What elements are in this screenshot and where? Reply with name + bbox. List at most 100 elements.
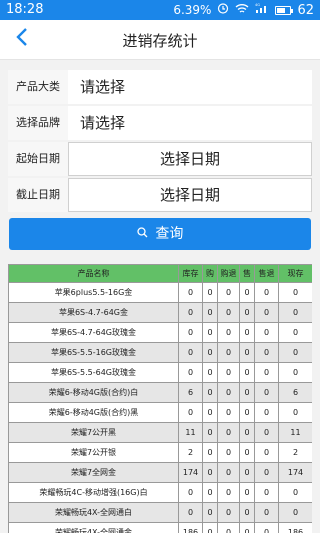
table-row[interactable]: 荣耀6-移动4G版(合约)黑 0 0 0 0 0 0	[8, 402, 312, 423]
value-cell: 0	[254, 302, 279, 323]
value-cell: 0	[239, 382, 255, 403]
nav-bar: 进销存统计	[0, 20, 320, 60]
signal-icon: 4G	[255, 3, 269, 18]
start-date-picker[interactable]: 选择日期	[68, 142, 312, 176]
value-cell: 0	[178, 302, 203, 323]
value-cell: 0	[202, 482, 218, 503]
product-name-cell: 荣耀6-移动4G版(合约)黑	[8, 402, 179, 423]
value-cell: 0	[278, 482, 312, 503]
value-cell: 0	[178, 402, 203, 423]
table-row[interactable]: 荣耀7公开银 2 0 0 0 0 2	[8, 442, 312, 463]
end-date-label: 截止日期	[8, 178, 68, 212]
table-row[interactable]: 荣耀畅玩4C-移动增强(16G)白 0 0 0 0 0 0	[8, 482, 312, 503]
start-date-row: 起始日期 选择日期	[8, 142, 312, 176]
value-cell: 0	[178, 322, 203, 343]
value-cell: 0	[178, 282, 203, 303]
header-stock: 库存	[178, 264, 203, 283]
product-name-cell: 苹果6S-4.7-64G玫瑰金	[8, 322, 179, 343]
table-row[interactable]: 苹果6plus5.5-16G金 0 0 0 0 0 0	[8, 282, 312, 303]
end-date-row: 截止日期 选择日期	[8, 178, 312, 212]
value-cell: 6	[278, 382, 312, 403]
value-cell: 0	[254, 362, 279, 383]
value-cell: 0	[239, 362, 255, 383]
table-row[interactable]: 荣耀7公开黑 11 0 0 0 0 11	[8, 422, 312, 443]
start-date-label: 起始日期	[8, 142, 68, 176]
value-cell: 0	[278, 302, 312, 323]
value-cell: 0	[217, 442, 240, 463]
value-cell: 0	[202, 342, 218, 363]
value-cell: 0	[239, 522, 255, 533]
value-cell: 0	[254, 382, 279, 403]
value-cell: 0	[217, 422, 240, 443]
value-cell: 0	[254, 482, 279, 503]
value-cell: 0	[254, 522, 279, 533]
value-cell: 6	[178, 382, 203, 403]
brand-row: 选择品牌 请选择	[8, 106, 312, 140]
status-battery-percent: 6.39%	[173, 3, 212, 17]
table-body: 苹果6plus5.5-16G金 0 0 0 0 0 0 苹果6S-4.7-64G金 0 0 0 0 0 0…	[8, 282, 312, 533]
end-date-picker[interactable]: 选择日期	[68, 178, 312, 212]
value-cell: 0	[202, 522, 218, 533]
table-row[interactable]: 荣耀畅玩4X-全网通金 186 0 0 0 0 186	[8, 522, 312, 533]
query-button-label: 查询	[155, 226, 184, 242]
value-cell: 0	[202, 362, 218, 383]
battery-icon	[275, 5, 294, 15]
value-cell: 0	[178, 342, 203, 363]
value-cell: 0	[239, 482, 255, 503]
value-cell: 0	[178, 502, 203, 523]
value-cell: 0	[254, 342, 279, 363]
table-row[interactable]: 苹果6S-5.5-16G玫瑰金 0 0 0 0 0 0	[8, 342, 312, 363]
value-cell: 0	[202, 322, 218, 343]
value-cell: 0	[217, 342, 240, 363]
product-name-cell: 荣耀7公开黑	[8, 422, 179, 443]
page-title: 进销存统计	[122, 32, 198, 50]
value-cell: 0	[202, 282, 218, 303]
value-cell: 0	[254, 462, 279, 483]
value-cell: 0	[217, 502, 240, 523]
value-cell: 0	[278, 282, 312, 303]
status-bar: 18:28 6.39% 4G 62	[0, 0, 320, 20]
value-cell: 0	[202, 502, 218, 523]
table-row[interactable]: 荣耀6-移动4G版(合约)白 6 0 0 0 0 6	[8, 382, 312, 403]
value-cell: 0	[217, 482, 240, 503]
value-cell: 0	[254, 422, 279, 443]
value-cell: 0	[217, 382, 240, 403]
value-cell: 0	[217, 282, 240, 303]
inventory-table-container[interactable]: 产品名称 库存 购 购退 售 售退 现存 苹果6plus5.5-16G金 0 0 0 0…	[8, 264, 312, 533]
header-current-stock: 现存	[278, 264, 312, 283]
table-row[interactable]: 荣耀畅玩4X-全网通白 0 0 0 0 0 0	[8, 502, 312, 523]
status-time: 18:28	[6, 2, 44, 17]
query-button[interactable]: 查询	[9, 218, 311, 250]
value-cell: 174	[178, 462, 203, 483]
category-label: 产品大类	[8, 70, 68, 104]
value-cell: 0	[239, 422, 255, 443]
value-cell: 0	[202, 302, 218, 323]
brand-label: 选择品牌	[8, 106, 68, 140]
value-cell: 0	[217, 462, 240, 483]
value-cell: 0	[254, 502, 279, 523]
value-cell: 0	[202, 402, 218, 423]
wifi-icon	[235, 3, 249, 18]
product-name-cell: 荣耀畅玩4X-全网通金	[8, 522, 179, 533]
value-cell: 0	[202, 462, 218, 483]
value-cell: 2	[178, 442, 203, 463]
product-name-cell: 荣耀畅玩4X-全网通白	[8, 502, 179, 523]
value-cell: 0	[202, 422, 218, 443]
value-cell: 186	[278, 522, 312, 533]
table-row[interactable]: 苹果6S-4.7-64G玫瑰金 0 0 0 0 0 0	[8, 322, 312, 343]
value-cell: 0	[239, 342, 255, 363]
status-icons: 6.39% 4G 62	[173, 2, 314, 18]
value-cell: 0	[217, 362, 240, 383]
table-row[interactable]: 苹果6S-5.5-64G玫瑰金 0 0 0 0 0 0	[8, 362, 312, 383]
value-cell: 0	[278, 362, 312, 383]
category-select[interactable]: 请选择	[68, 70, 312, 104]
table-row[interactable]: 荣耀7全网金 174 0 0 0 0 174	[8, 462, 312, 483]
table-row[interactable]: 苹果6S-4.7-64G金 0 0 0 0 0 0	[8, 302, 312, 323]
svg-text:4G: 4G	[255, 3, 260, 7]
product-name-cell: 荣耀畅玩4C-移动增强(16G)白	[8, 482, 179, 503]
value-cell: 0	[278, 322, 312, 343]
header-sale-return: 售退	[254, 264, 279, 283]
brand-select[interactable]: 请选择	[68, 106, 312, 140]
value-cell: 0	[178, 362, 203, 383]
value-cell: 0	[278, 342, 312, 363]
